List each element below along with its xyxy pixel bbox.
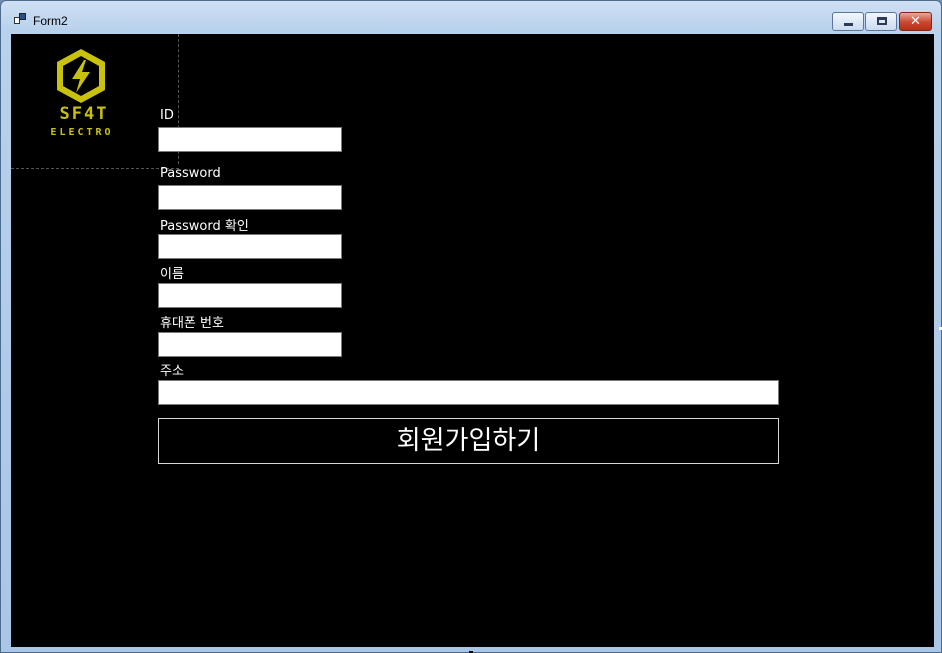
password-input[interactable] [158,185,342,210]
address-input[interactable] [158,380,779,405]
signup-button[interactable]: 회원가입하기 [158,418,779,464]
lightning-logo-icon [57,49,105,103]
designer-guide-horizontal [11,168,179,169]
logo-sub-text: ELECTRO [50,127,114,138]
window-title: Form2 [33,14,68,28]
phone-label: 휴대폰 번호 [160,316,224,331]
app-icon[interactable] [14,13,27,25]
maximize-button[interactable] [865,12,897,31]
title-bar[interactable]: Form2 ✕ [1,1,941,33]
name-label: 이름 [160,267,184,282]
password-confirm-input[interactable] [158,234,342,259]
name-input[interactable] [158,283,342,308]
password-label: Password [160,166,221,181]
password-confirm-label: Password 확인 [160,219,249,234]
address-label: 주소 [160,364,184,379]
close-icon: ✕ [910,14,921,29]
minimize-icon [844,23,853,26]
id-label: ID [160,108,174,123]
id-input[interactable] [158,127,342,152]
close-button[interactable]: ✕ [899,12,932,31]
logo-brand-text: SF4T [59,104,109,124]
form-client-area: SF4T ELECTRO ID Password Password 확인 이름 … [11,34,934,647]
app-window: Form2 ✕ SF4T ELECTRO ID Password Passwor… [0,0,942,653]
maximize-icon [877,17,887,25]
phone-input[interactable] [158,332,342,357]
minimize-button[interactable] [832,12,864,31]
